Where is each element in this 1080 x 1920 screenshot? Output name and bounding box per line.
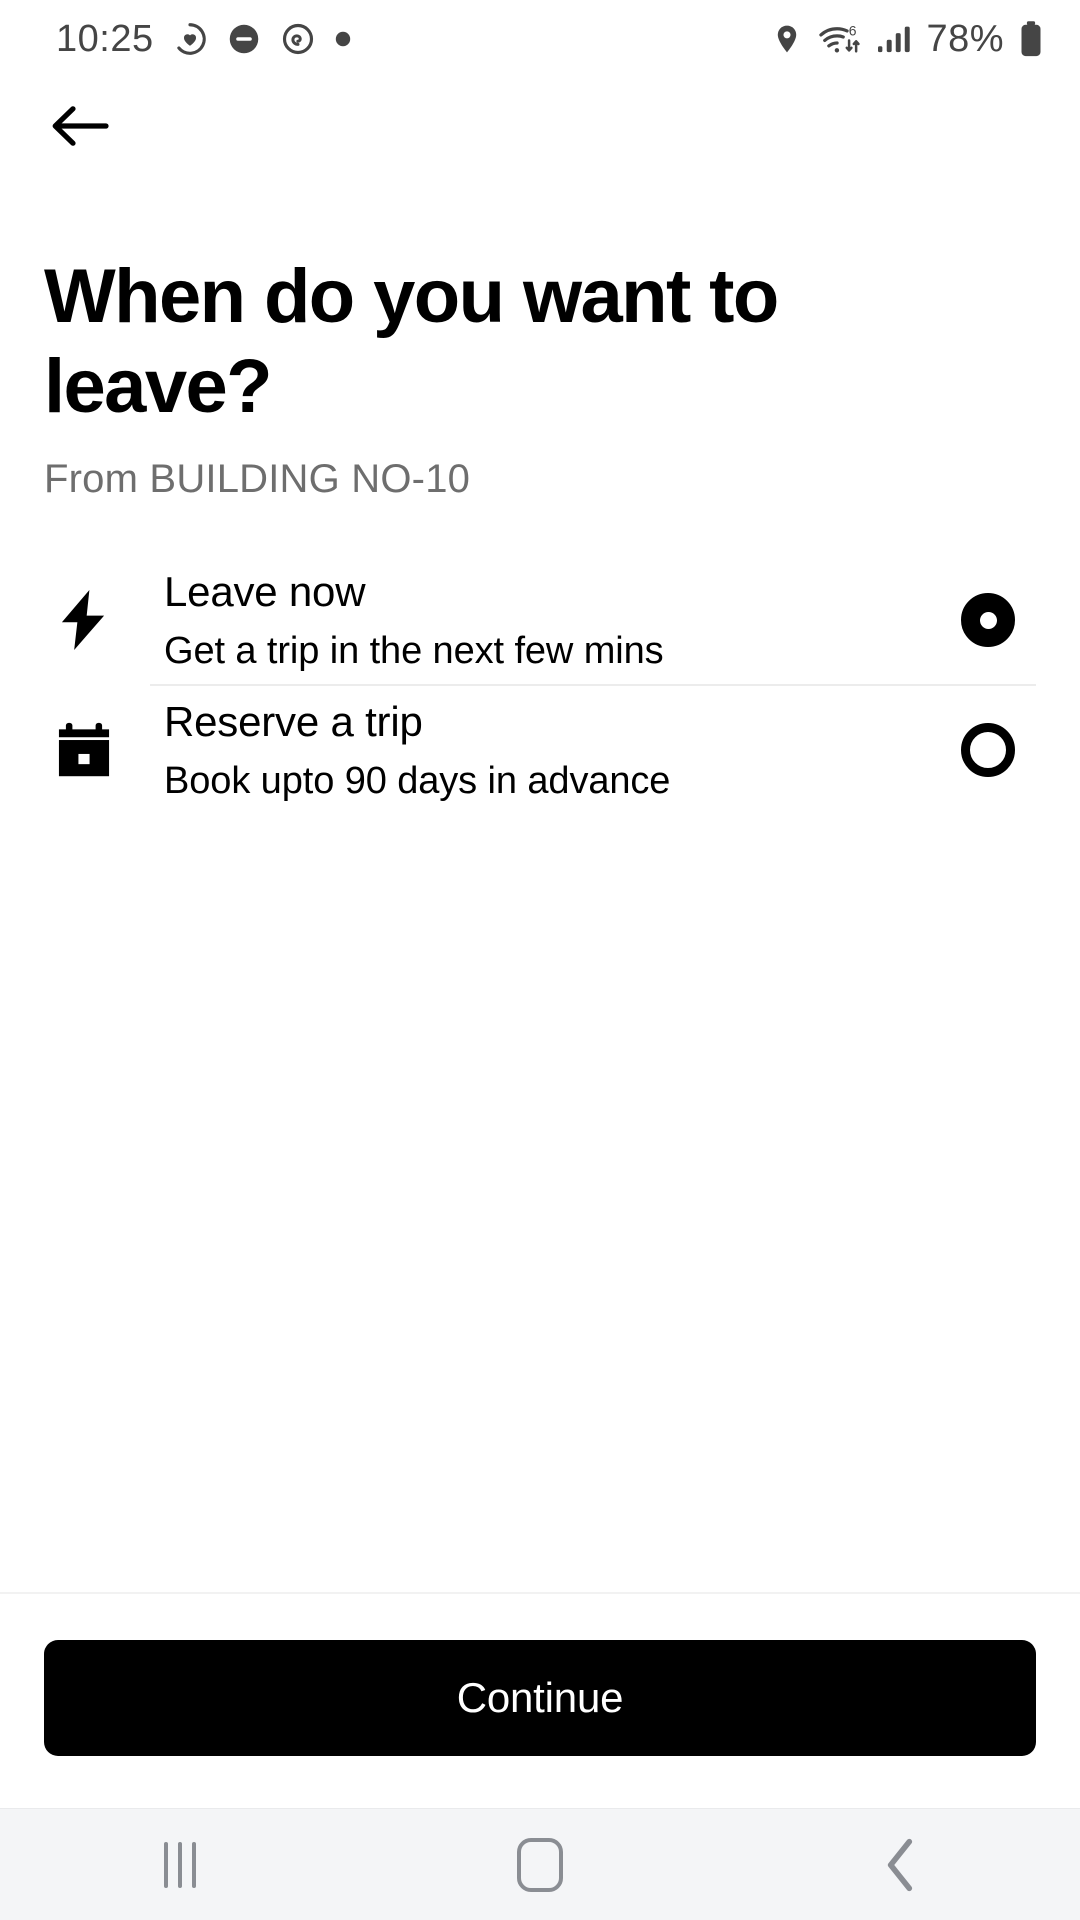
reserve-trip-text: Reserve a trip Book upto 90 days in adva…: [150, 695, 940, 806]
back-button[interactable]: [40, 86, 120, 166]
nav-recents-button[interactable]: [0, 1809, 360, 1920]
lightning-bolt-icon: [61, 590, 105, 651]
leave-now-radio[interactable]: [961, 593, 1015, 648]
leave-now-radio-wrap[interactable]: [940, 593, 1036, 648]
nav-back-button[interactable]: [720, 1809, 1080, 1920]
android-nav-bar: [0, 1808, 1080, 1920]
battery-icon: [1021, 21, 1041, 57]
leave-now-subtitle: Get a trip in the next few mins: [164, 629, 664, 672]
departure-options-list: Leave now Get a trip in the next few min…: [0, 556, 1080, 814]
dot-indicator-icon: [335, 31, 350, 47]
alarm-icon: [282, 23, 313, 55]
status-bar-clock: 10:25: [56, 17, 154, 60]
status-bar-right: 6 78%: [770, 18, 1044, 61]
reserve-trip-radio-wrap[interactable]: [940, 723, 1036, 778]
recents-icon: [164, 1841, 196, 1888]
reserve-trip-radio[interactable]: [961, 723, 1015, 778]
status-bar: 10:25 6 78%: [0, 0, 1080, 78]
cellular-signal-icon: [878, 26, 911, 53]
option-reserve-a-trip[interactable]: Reserve a trip Book upto 90 days in adva…: [0, 686, 1080, 814]
reserve-trip-title: Reserve a trip: [164, 697, 423, 745]
top-bar: [0, 78, 1080, 174]
nav-home-button[interactable]: [360, 1809, 720, 1920]
option-leave-now[interactable]: Leave now Get a trip in the next few min…: [0, 556, 1080, 684]
svg-text:6: 6: [849, 22, 857, 38]
arrow-left-icon: [52, 106, 109, 146]
status-bar-left: 10:25: [56, 18, 352, 61]
battery-percent-label: 78%: [926, 17, 1004, 60]
page-title: When do you want to leave?: [44, 254, 779, 429]
wifi-6-icon: 6: [819, 22, 861, 53]
app-screen: 10:25 6 78% When do you want to leave? F…: [0, 0, 1080, 1920]
footer-bar: Continue: [0, 1592, 1080, 1808]
chevron-left-icon: [887, 1838, 913, 1891]
main-content: When do you want to leave? From BUILDING…: [0, 174, 1080, 1592]
home-icon: [517, 1837, 563, 1892]
do-not-disturb-icon: [229, 24, 258, 54]
heart-activity-icon: [176, 23, 206, 55]
leave-now-title: Leave now: [164, 567, 366, 615]
continue-button[interactable]: Continue: [44, 1640, 1036, 1756]
calendar-icon: [58, 723, 110, 777]
reserve-trip-subtitle: Book upto 90 days in advance: [164, 759, 671, 802]
pickup-location-subtitle: From BUILDING NO-10: [44, 457, 471, 502]
reserve-trip-icon-wrap: [46, 721, 150, 779]
leave-now-icon-wrap: [46, 588, 150, 652]
leave-now-text: Leave now Get a trip in the next few min…: [150, 565, 940, 676]
location-pin-icon: [778, 25, 797, 53]
